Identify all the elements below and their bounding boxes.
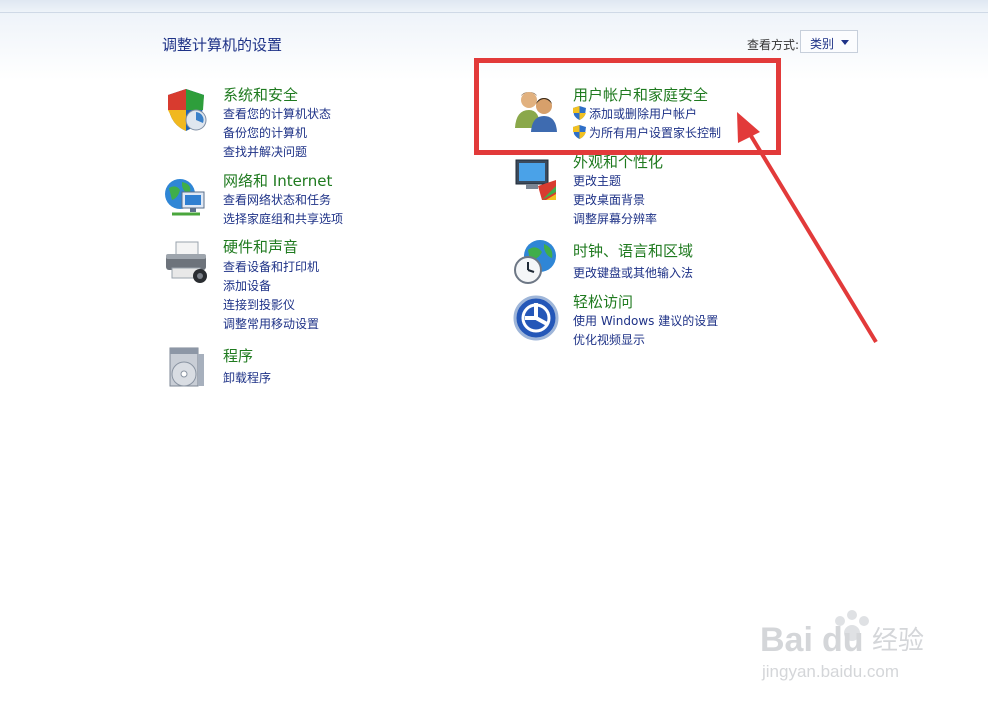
svg-text:du: du bbox=[822, 621, 864, 659]
svg-text:Bai: Bai bbox=[760, 621, 813, 659]
annotation-arrow-icon bbox=[737, 112, 878, 344]
baidu-watermark: Bai du 经验 jingyan.baidu.com bbox=[760, 610, 924, 681]
svg-text:经验: 经验 bbox=[872, 626, 924, 656]
svg-text:jingyan.baidu.com: jingyan.baidu.com bbox=[761, 662, 899, 681]
